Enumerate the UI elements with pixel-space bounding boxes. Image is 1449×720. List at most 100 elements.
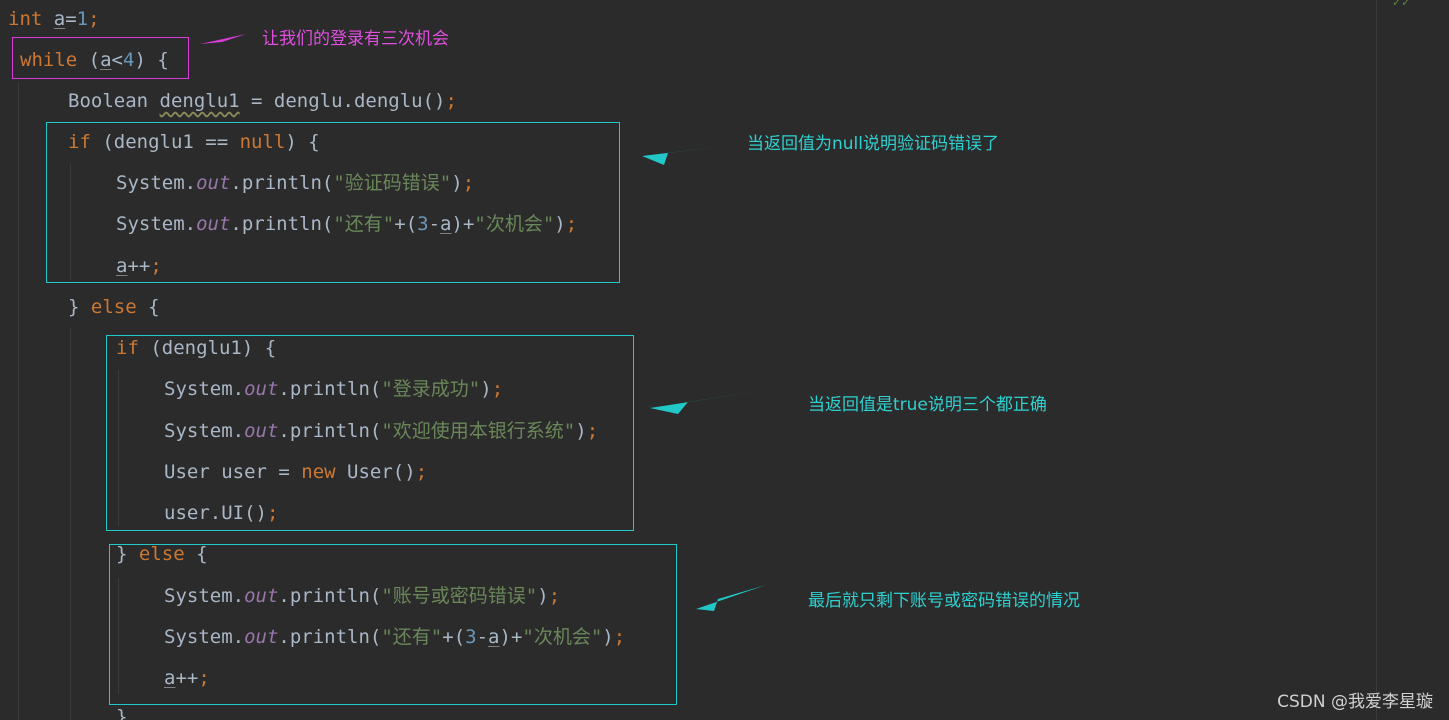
code-token: int [8,8,54,30]
code-token: out [196,172,231,194]
code-token: .println( [278,626,382,648]
code-token: System. [164,626,245,648]
code-token: } [116,543,139,565]
code-token: else [90,296,137,318]
code-token: a [53,8,66,30]
code-token: .println( [278,378,382,400]
code-line[interactable]: int a=1; [8,8,100,49]
code-token: ) { [134,49,169,71]
code-token: if [68,131,91,153]
code-line[interactable]: user.UI(); [164,502,278,543]
code-line[interactable]: System.out.println("账号或密码错误"); [164,585,560,626]
code-line[interactable]: } else { [116,543,208,584]
code-token: ; [445,90,457,112]
code-token: ; [198,667,210,689]
code-token: 4 [123,49,135,71]
code-token: .println( [278,585,382,607]
code-token: ) [602,626,614,648]
code-line[interactable]: if (denglu1) { [116,337,276,378]
code-token: System. [116,172,197,194]
code-token: 3 [465,626,477,648]
code-token: ) [451,172,463,194]
annotation-true: 当返回值是true说明三个都正确 [808,395,1047,415]
code-token: ; [266,502,279,524]
code-line[interactable]: User user = new User(); [164,461,427,502]
code-token: < [111,49,123,71]
code-token: "验证码错误" [333,172,452,194]
code-line[interactable]: while (a<4) { [20,49,169,90]
code-token: ) [575,420,587,442]
code-token: ++ [127,255,151,277]
code-token: out [244,585,279,607]
annotation-false: 最后就只剩下账号或密码错误的情况 [808,591,1080,611]
code-token: a [440,213,452,235]
code-token: = denglu.denglu() [239,90,446,112]
code-token: } [116,706,128,720]
code-token: ; [415,461,428,483]
code-token: ; [462,172,475,194]
indent-guide [70,164,71,280]
code-token: "欢迎使用本银行系统" [381,420,576,442]
code-token: +( [442,626,466,648]
code-token: System. [164,420,245,442]
code-token: a [488,626,500,648]
code-token: System. [164,585,245,607]
code-line[interactable]: } else { [68,296,160,337]
indent-guide [118,370,119,526]
code-token: { [184,543,208,565]
code-token: .println( [230,213,334,235]
code-line[interactable]: System.out.println("还有"+(3-a)+"次机会"); [164,626,625,667]
code-token: (denglu1 == [90,131,240,153]
code-line[interactable]: if (denglu1 == null) { [68,131,320,172]
code-token: "次机会" [474,213,555,235]
code-token: - [476,626,489,648]
code-token: "账号或密码错误" [381,585,538,607]
code-token: ) { [285,131,320,153]
code-token: System. [116,213,197,235]
code-line[interactable]: System.out.println("验证码错误"); [116,172,474,213]
code-editor[interactable]: int a=1; while (a<4) { Boolean denglu1 =… [0,0,1449,720]
code-token: User user = [164,461,302,483]
code-line[interactable]: a++; [116,255,162,296]
code-line[interactable]: System.out.println("欢迎使用本银行系统"); [164,420,598,461]
code-token: user.UI() [164,502,267,524]
code-token: ++ [175,667,199,689]
arrow-left-icon [650,390,766,414]
code-token: { [136,296,160,318]
code-token: - [428,213,441,235]
code-token: ( [77,49,101,71]
code-token: ) [480,378,492,400]
code-token: ; [613,626,626,648]
code-token: new [301,461,336,483]
code-token: .println( [230,172,334,194]
code-token: ) [554,213,566,235]
code-token: +( [394,213,418,235]
code-token: ; [586,420,599,442]
code-token: )+ [451,213,475,235]
code-line[interactable]: } [116,706,127,720]
code-token: a [164,667,176,689]
code-line[interactable]: System.out.println("还有"+(3-a)+"次机会"); [116,213,577,254]
code-token: "次机会" [522,626,603,648]
code-token: 1 [76,8,89,30]
code-token: else [138,543,185,565]
code-token: "还有" [381,626,443,648]
code-token: out [196,213,231,235]
indent-guide [70,328,71,720]
code-token: Boolean [68,90,160,112]
code-token: ; [88,8,100,30]
code-token: System. [164,378,245,400]
code-token: ; [565,213,578,235]
code-token: out [244,420,279,442]
code-token: out [244,626,279,648]
indent-guide [118,578,119,694]
code-token: out [244,378,279,400]
code-line[interactable]: a++; [164,667,210,708]
annotation-loop: 让我们的登录有三次机会 [262,29,449,49]
code-line[interactable]: System.out.println("登录成功"); [164,378,503,419]
code-token: (denglu1) { [138,337,277,359]
code-line[interactable]: Boolean denglu1 = denglu.denglu(); [68,90,457,131]
code-token: = [65,8,77,30]
right-margin-guide [1376,0,1377,720]
code-token: while [20,49,78,71]
